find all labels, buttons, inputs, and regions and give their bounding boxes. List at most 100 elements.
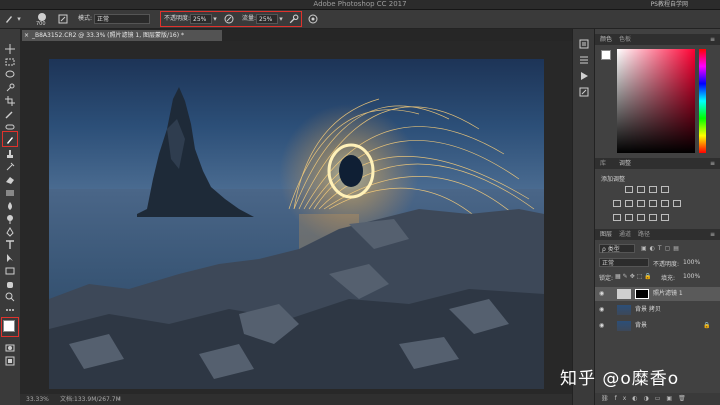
tab-layers[interactable]: 图层 (600, 229, 612, 240)
layer-kind-filter[interactable]: ρ 类型 (599, 244, 635, 253)
foreground-color-swatch[interactable] (3, 320, 15, 332)
levels-adjust-icon[interactable] (637, 186, 645, 193)
layer-row-background-copy[interactable]: ◉ 背景 拷贝 (595, 303, 720, 317)
posterize-adjust-icon[interactable] (625, 214, 633, 221)
invert-adjust-icon[interactable] (613, 214, 621, 221)
exposure-adjust-icon[interactable] (661, 186, 669, 193)
brightness-adjust-icon[interactable] (625, 186, 633, 193)
visibility-eye-icon[interactable]: ◉ (599, 303, 604, 317)
hand-tool-icon[interactable] (4, 278, 15, 289)
curves-adjust-icon[interactable] (649, 186, 657, 193)
visibility-eye-icon[interactable]: ◉ (599, 287, 604, 301)
opacity-chevron-icon[interactable]: ▾ (212, 14, 218, 24)
panel-menu-icon[interactable]: ≡ (710, 158, 715, 169)
photo-filter-adjust-icon[interactable] (661, 200, 669, 207)
panel-icon-column (572, 29, 595, 405)
layers-panel-header: 图层 通道 路径 ≡ (595, 229, 720, 240)
layer-row-photo-filter[interactable]: ◉ 照片滤镜 1 (595, 287, 720, 301)
flow-label: 流量: (242, 15, 257, 22)
quick-mask-icon[interactable] (4, 342, 15, 353)
close-icon[interactable]: × (24, 30, 29, 41)
layer-thumb (617, 321, 631, 331)
status-arrow-icon[interactable]: › (118, 394, 120, 405)
type-tool-icon[interactable] (4, 239, 15, 250)
gradient-tool-icon[interactable] (4, 187, 15, 198)
lock-icons[interactable]: ▦✎✥⬚🔒 (615, 273, 654, 280)
panel-menu-icon[interactable]: ≡ (710, 34, 715, 45)
eraser-tool-icon[interactable] (4, 174, 15, 185)
lock-icon: 🔒 (703, 322, 711, 329)
more-tools-icon[interactable] (4, 304, 15, 315)
document-tab[interactable]: × _B8A3152.CR2 @ 33.3% (照片滤镜 1, 图层蒙版/16)… (22, 30, 222, 41)
rectangle-tool-icon[interactable] (4, 265, 15, 276)
mode-select[interactable]: 正常 (94, 14, 150, 24)
adjust-panel-header: 库 调整 ≡ (595, 158, 720, 169)
blend-mode-select[interactable]: 正常 (599, 258, 649, 267)
title-bar: Adobe Photoshop CC 2017 PS教程自学网 (0, 0, 720, 10)
site-watermark: PS教程自学网 (650, 1, 688, 8)
tab-library[interactable]: 库 (600, 158, 606, 169)
add-adjustment-label: 添加调整 (601, 176, 626, 183)
layer-opacity-value[interactable]: 100% (683, 259, 700, 266)
tab-paths[interactable]: 路径 (638, 229, 650, 240)
eyedropper-tool-icon[interactable] (4, 108, 15, 119)
color-field[interactable] (617, 49, 695, 153)
panel-menu-icon[interactable]: ≡ (710, 229, 715, 240)
brush-size-value: 700 (36, 21, 46, 27)
visibility-eye-icon[interactable]: ◉ (599, 319, 604, 333)
clone-stamp-tool-icon[interactable] (4, 148, 15, 159)
channel-mixer-adjust-icon[interactable] (673, 200, 681, 207)
layer-filter-icons[interactable]: ▣◐T▢▤ (641, 245, 682, 252)
history-panel-icon[interactable] (579, 39, 589, 49)
lasso-tool-icon[interactable] (4, 69, 15, 80)
flow-chevron-icon[interactable]: ▾ (278, 14, 284, 24)
tab-adjustments[interactable]: 调整 (619, 158, 631, 169)
brush-tool-icon[interactable] (4, 14, 14, 24)
selective-color-adjust-icon[interactable] (661, 214, 669, 221)
path-select-tool-icon[interactable] (4, 252, 15, 263)
brush-settings-panel-icon[interactable] (579, 87, 589, 97)
dodge-tool-icon[interactable] (4, 213, 15, 224)
tab-color[interactable]: 颜色 (600, 34, 612, 45)
flow-field[interactable]: 25% (256, 14, 278, 24)
document-size: 文档:133.9M/267.7M (60, 396, 121, 403)
color-panel-header: 颜色 色板 ≡ (595, 34, 720, 45)
panel-foreground-swatch[interactable] (601, 50, 611, 60)
fill-label: 填充: (661, 275, 676, 282)
tab-swatches[interactable]: 色板 (619, 34, 631, 45)
zoom-tool-icon[interactable] (4, 291, 15, 302)
pressure-size-icon[interactable] (308, 14, 318, 24)
gradient-map-adjust-icon[interactable] (649, 214, 657, 221)
pen-tool-icon[interactable] (4, 226, 15, 237)
photo-canvas[interactable] (49, 59, 544, 389)
screen-mode-icon[interactable] (4, 355, 15, 366)
airbrush-icon[interactable] (288, 14, 299, 24)
brush-panel-icon[interactable] (58, 14, 68, 24)
tool-preset-chevron-icon[interactable]: ▾ (16, 14, 22, 24)
properties-panel-icon[interactable] (579, 55, 589, 65)
tab-channels[interactable]: 通道 (619, 229, 631, 240)
black-white-adjust-icon[interactable] (649, 200, 657, 207)
blur-tool-icon[interactable] (4, 200, 15, 211)
zhihu-watermark: 知乎 @o糜香o (560, 369, 680, 389)
color-balance-adjust-icon[interactable] (637, 200, 645, 207)
right-panels: 颜色 色板 ≡ 库 调整 ≡ 添加调整 图层 通道 路径 ≡ ρ 类型 ▣◐T▢… (594, 29, 720, 405)
opacity-field[interactable]: 25% (190, 14, 212, 24)
marquee-tool-icon[interactable] (4, 56, 15, 67)
fill-value[interactable]: 100% (683, 273, 700, 280)
actions-panel-icon[interactable] (579, 71, 589, 81)
layer-row-background[interactable]: ◉ 背景 🔒 (595, 319, 720, 333)
pressure-opacity-icon[interactable] (224, 14, 234, 24)
quick-select-tool-icon[interactable] (4, 82, 15, 93)
threshold-adjust-icon[interactable] (637, 214, 645, 221)
history-brush-tool-icon[interactable] (4, 161, 15, 172)
move-tool-icon[interactable] (4, 43, 15, 54)
layer-mask-thumb[interactable] (635, 289, 649, 299)
hue-saturation-adjust-icon[interactable] (625, 200, 633, 207)
layers-footer-icons[interactable]: ⛓fx◐◑▭▣🗑 (595, 393, 720, 405)
crop-tool-icon[interactable] (4, 95, 15, 106)
brush-tool-icon[interactable] (4, 134, 15, 145)
hue-slider[interactable] (699, 49, 706, 153)
vibrance-adjust-icon[interactable] (613, 200, 621, 207)
zoom-level[interactable]: 33.33% (26, 394, 49, 405)
